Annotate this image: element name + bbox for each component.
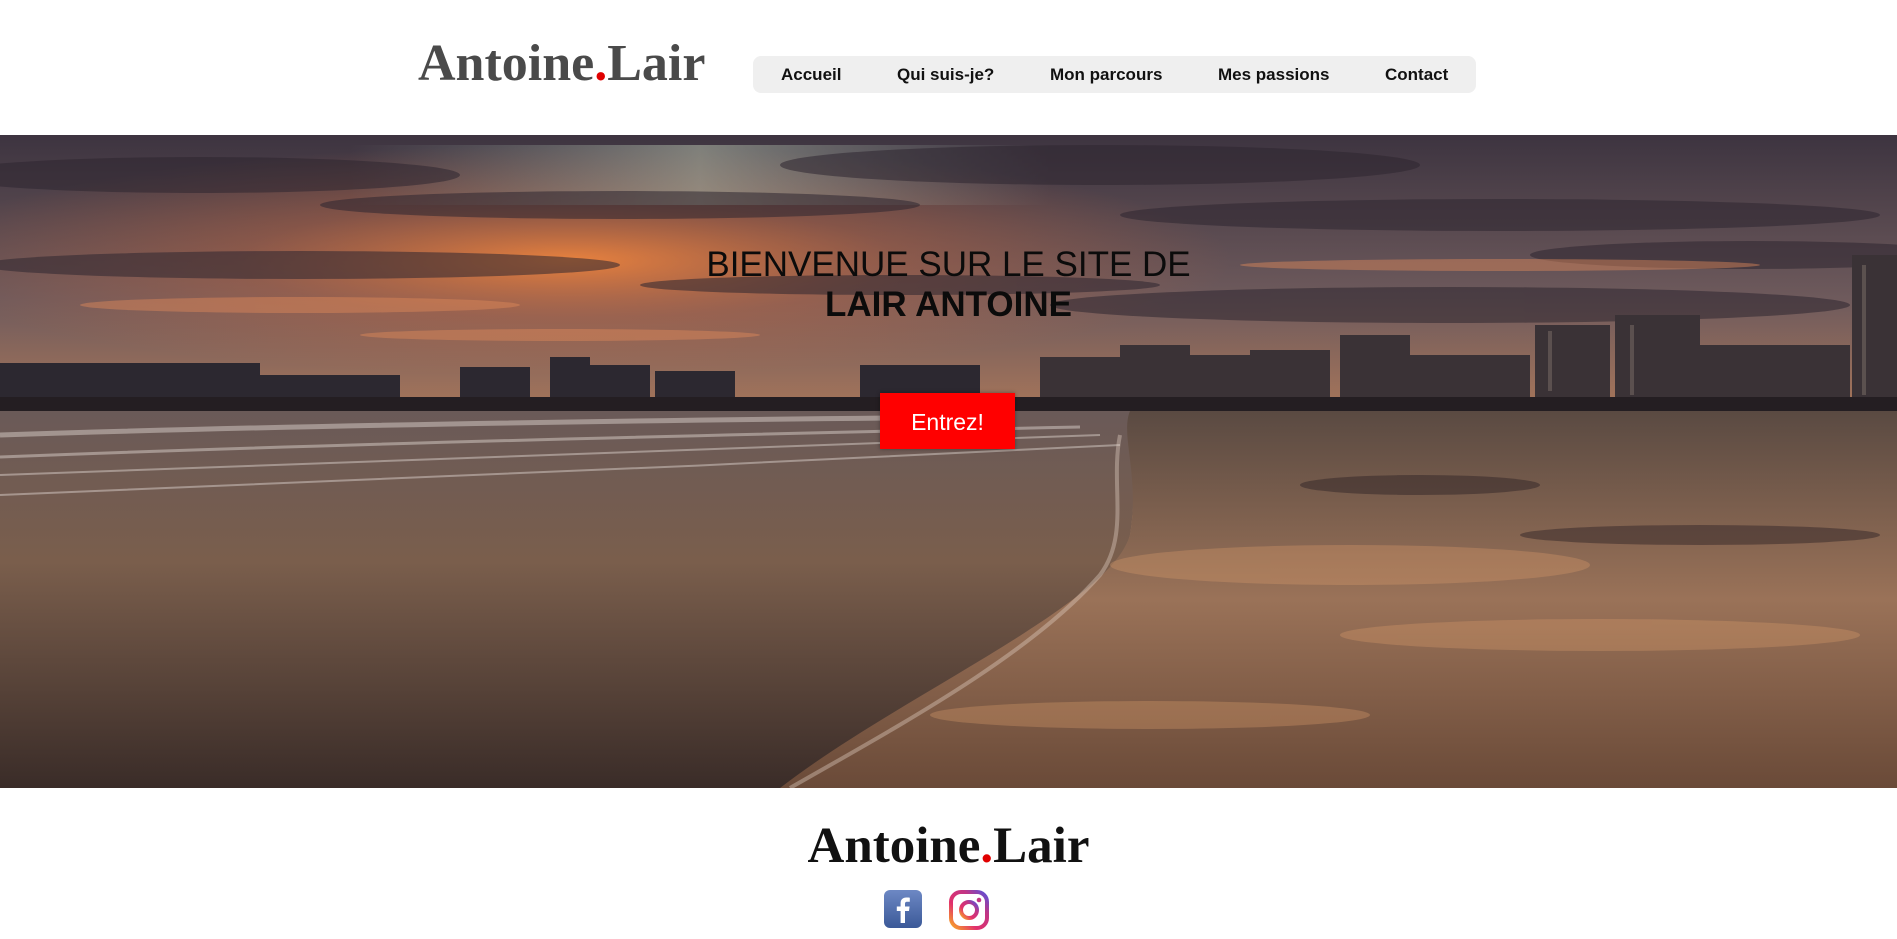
footer-logo[interactable]: Antoine.Lair xyxy=(0,818,1897,874)
nav-item-mes-passions[interactable]: Mes passions xyxy=(1218,65,1330,85)
instagram-icon[interactable] xyxy=(949,890,989,930)
hero-title-line2: LAIR ANTOINE xyxy=(825,285,1072,324)
logo-dot: . xyxy=(594,35,608,92)
nav-item-contact[interactable]: Contact xyxy=(1385,65,1448,85)
site-header: Antoine.Lair Accueil Qui suis-je? Mon pa… xyxy=(0,0,1897,135)
nav-item-qui-suis-je[interactable]: Qui suis-je? xyxy=(897,65,994,85)
footer-logo-first: Antoine xyxy=(807,818,981,874)
hero-title: BIENVENUE SUR LE SITE DE LAIR ANTOINE xyxy=(0,245,1897,325)
footer-logo-dot: . xyxy=(980,818,994,874)
nav-item-mon-parcours[interactable]: Mon parcours xyxy=(1050,65,1162,85)
site-footer: Antoine.Lair xyxy=(0,788,1897,939)
logo-first: Antoine xyxy=(418,35,595,92)
page: Antoine.Lair Accueil Qui suis-je? Mon pa… xyxy=(0,0,1897,939)
footer-logo-last: Lair xyxy=(993,818,1090,874)
main-nav: Accueil Qui suis-je? Mon parcours Mes pa… xyxy=(753,56,1476,93)
hero-banner: BIENVENUE SUR LE SITE DE LAIR ANTOINE En… xyxy=(0,135,1897,788)
facebook-icon[interactable] xyxy=(884,890,922,928)
enter-button[interactable]: Entrez! xyxy=(880,393,1015,449)
site-logo[interactable]: Antoine.Lair xyxy=(418,34,705,94)
logo-last: Lair xyxy=(607,35,706,92)
nav-item-accueil[interactable]: Accueil xyxy=(781,65,841,85)
hero-title-line1: BIENVENUE SUR LE SITE DE xyxy=(706,245,1191,284)
hero-background-image xyxy=(0,135,1897,788)
